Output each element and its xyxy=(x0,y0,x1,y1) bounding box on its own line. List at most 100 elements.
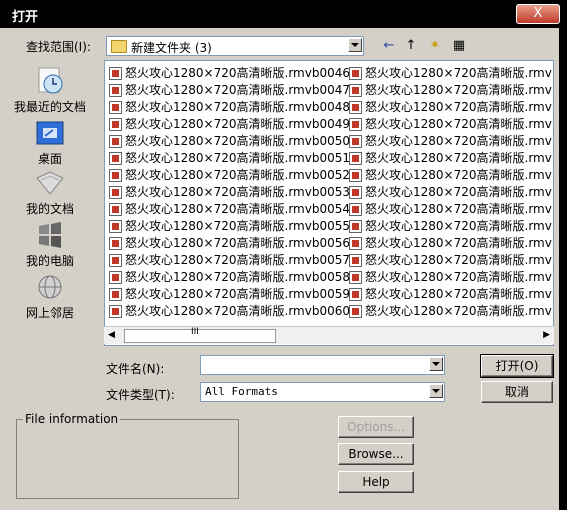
cancel-button[interactable]: 取消 xyxy=(481,381,553,403)
file-item[interactable]: 怒火攻心1280×720高清晰版.rmvb0059 xyxy=(109,286,350,303)
rmvb-file-icon xyxy=(349,152,362,165)
file-item[interactable]: 怒火攻心1280×720高清晰版.rmvb0 xyxy=(349,133,553,150)
file-item[interactable]: 怒火攻心1280×720高清晰版.rmvb0 xyxy=(349,167,553,184)
file-item[interactable]: 怒火攻心1280×720高清晰版.rmvb0 xyxy=(349,99,553,116)
file-name: 怒火攻心1280×720高清晰版.rmvb0 xyxy=(365,253,554,267)
file-name: 怒火攻心1280×720高清晰版.rmvb0 xyxy=(365,270,554,284)
file-item[interactable]: 怒火攻心1280×720高清晰版.rmvb0 xyxy=(349,201,554,218)
file-item[interactable]: 怒火攻心1280×720高清晰版.rmvb0 xyxy=(349,252,554,269)
options-button[interactable]: Options... xyxy=(338,416,414,438)
rmvb-file-icon xyxy=(349,169,362,182)
title-bar: 打开 X xyxy=(0,0,567,28)
rmvb-file-icon xyxy=(109,67,122,80)
horizontal-scrollbar[interactable]: ◀ III ▶ xyxy=(104,326,554,344)
browse-button[interactable]: Browse... xyxy=(338,443,414,465)
rmvb-file-icon xyxy=(109,237,122,250)
place-label: 我的文档 xyxy=(25,202,74,216)
place-my-documents[interactable]: 我的文档 xyxy=(10,168,90,217)
file-name: 怒火攻心1280×720高清晰版.rmvb0059 xyxy=(125,287,350,301)
file-information-group: File information xyxy=(16,412,239,499)
file-column-left: 怒火攻心1280×720高清晰版.rmvb0046 怒火攻心1280×720高清晰… xyxy=(109,65,350,320)
rmvb-file-icon xyxy=(109,271,122,284)
scroll-right-icon[interactable]: ▶ xyxy=(543,330,550,340)
file-name: 怒火攻心1280×720高清晰版.rmvb0057 xyxy=(125,253,350,267)
file-name: 怒火攻心1280×720高清晰版.rmvb0 xyxy=(365,117,554,131)
file-name: 怒火攻心1280×720高清晰版.rmvb0 xyxy=(365,219,554,233)
file-name: 怒火攻心1280×720高清晰版.rmvb0 xyxy=(365,151,554,165)
rmvb-file-icon xyxy=(349,135,362,148)
file-item[interactable]: 怒火攻心1280×720高清晰版.rmvb0047 xyxy=(109,82,350,99)
file-item[interactable]: 怒火攻心1280×720高清晰版.rmvb0 xyxy=(349,150,554,167)
file-item[interactable]: 怒火攻心1280×720高清晰版.rmvb0060 xyxy=(109,303,350,320)
rmvb-file-icon xyxy=(109,254,122,267)
file-item[interactable]: 怒火攻心1280×720高清晰版.rmvb0058 xyxy=(109,269,350,286)
place-recent[interactable]: 我最近的文档 xyxy=(10,66,90,115)
filetype-dropdown[interactable]: All Formats xyxy=(200,382,445,402)
place-label: 桌面 xyxy=(37,152,62,166)
file-name: 怒火攻心1280×720高清晰版.rmvb0056 xyxy=(125,236,350,250)
open-button[interactable]: 打开(O) xyxy=(480,354,554,378)
new-folder-icon[interactable]: ✶ xyxy=(426,38,444,54)
file-list[interactable]: 怒火攻心1280×720高清晰版.rmvb0046 怒火攻心1280×720高清晰… xyxy=(104,60,554,346)
file-item[interactable]: 怒火攻心1280×720高清晰版.rmvb0049 xyxy=(109,116,350,133)
file-item[interactable]: 怒火攻心1280×720高清晰版.rmvb0054 xyxy=(109,201,350,218)
file-name: 怒火攻心1280×720高清晰版.rmvb0 xyxy=(365,83,554,97)
look-in-value: 新建文件夹 (3) xyxy=(131,41,212,55)
place-network[interactable]: 网上邻居 xyxy=(10,272,90,321)
file-item[interactable]: 怒火攻心1280×720高清晰版.rmvb0 xyxy=(349,303,553,320)
help-button[interactable]: Help xyxy=(338,471,414,493)
file-item[interactable]: 怒火攻心1280×720高清晰版.rmvb0053 xyxy=(109,184,350,201)
rmvb-file-icon xyxy=(109,135,122,148)
views-menu-icon[interactable]: ▦ xyxy=(450,38,468,54)
file-item[interactable]: 怒火攻心1280×720高清晰版.rmvb0048 xyxy=(109,99,350,116)
file-item[interactable]: 怒火攻心1280×720高清晰版.rmvb0 xyxy=(349,116,554,133)
folder-icon xyxy=(111,40,127,53)
file-item[interactable]: 怒火攻心1280×720高清晰版.rmvb0052 xyxy=(109,167,350,184)
place-label: 我最近的文档 xyxy=(13,100,86,114)
rmvb-file-icon xyxy=(109,186,122,199)
window-title: 打开 xyxy=(12,10,39,25)
rmvb-file-icon xyxy=(349,186,362,199)
file-item[interactable]: 怒火攻心1280×720高清晰版.rmvb0050 xyxy=(109,133,350,150)
up-folder-icon[interactable]: ↑ xyxy=(402,38,420,54)
file-item[interactable]: 怒火攻心1280×720高清晰版.rmvb0 xyxy=(349,235,553,252)
close-button[interactable]: X xyxy=(516,4,560,24)
scroll-left-icon[interactable]: ◀ xyxy=(108,330,115,340)
file-name: 怒火攻心1280×720高清晰版.rmvb0050 xyxy=(125,134,350,148)
file-item[interactable]: 怒火攻心1280×720高清晰版.rmvb0055 xyxy=(109,218,350,235)
network-places-icon xyxy=(33,272,67,302)
back-icon[interactable]: ← xyxy=(380,38,398,54)
file-item[interactable]: 怒火攻心1280×720高清晰版.rmvb0 xyxy=(349,82,554,99)
rmvb-file-icon xyxy=(109,203,122,216)
scrollbar-thumb[interactable]: III xyxy=(124,327,276,343)
recent-documents-icon xyxy=(33,66,67,96)
file-item[interactable]: 怒火攻心1280×720高清晰版.rmvb0051 xyxy=(109,150,350,167)
file-item[interactable]: 怒火攻心1280×720高清晰版.rmvb0 xyxy=(349,269,554,286)
file-item[interactable]: 怒火攻心1280×720高清晰版.rmvb0056 xyxy=(109,235,350,252)
file-item[interactable]: 怒火攻心1280×720高清晰版.rmvb0 xyxy=(349,65,553,82)
rmvb-file-icon xyxy=(109,288,122,301)
file-item[interactable]: 怒火攻心1280×720高清晰版.rmvb0057 xyxy=(109,252,350,269)
file-name: 怒火攻心1280×720高清晰版.rmvb0051 xyxy=(125,151,350,165)
filetype-value: All Formats xyxy=(205,385,278,398)
file-name: 怒火攻心1280×720高清晰版.rmvb0053 xyxy=(125,185,350,199)
my-documents-icon xyxy=(33,168,67,198)
rmvb-file-icon xyxy=(109,101,122,114)
place-label: 我的电脑 xyxy=(25,254,74,268)
rmvb-file-icon xyxy=(349,67,362,80)
file-information-legend: File information xyxy=(23,412,121,426)
look-in-dropdown[interactable]: 新建文件夹 (3) xyxy=(106,36,364,56)
file-name: 怒火攻心1280×720高清晰版.rmvb0 xyxy=(365,202,554,216)
chevron-down-icon[interactable] xyxy=(429,357,443,371)
file-item[interactable]: 怒火攻心1280×720高清晰版.rmvb0 xyxy=(349,184,554,201)
file-item[interactable]: 怒火攻心1280×720高清晰版.rmvb0 xyxy=(349,218,554,235)
file-item[interactable]: 怒火攻心1280×720高清晰版.rmvb0046 xyxy=(109,65,350,82)
chevron-down-icon[interactable] xyxy=(429,384,443,398)
place-desktop[interactable]: 桌面 xyxy=(10,118,90,167)
filename-input[interactable] xyxy=(200,355,445,375)
chevron-down-icon[interactable] xyxy=(348,38,362,52)
file-name: 怒火攻心1280×720高清晰版.rmvb0 xyxy=(365,185,554,199)
rmvb-file-icon xyxy=(349,237,362,250)
file-item[interactable]: 怒火攻心1280×720高清晰版.rmvb0 xyxy=(349,286,553,303)
place-my-computer[interactable]: 我的电脑 xyxy=(10,220,90,269)
